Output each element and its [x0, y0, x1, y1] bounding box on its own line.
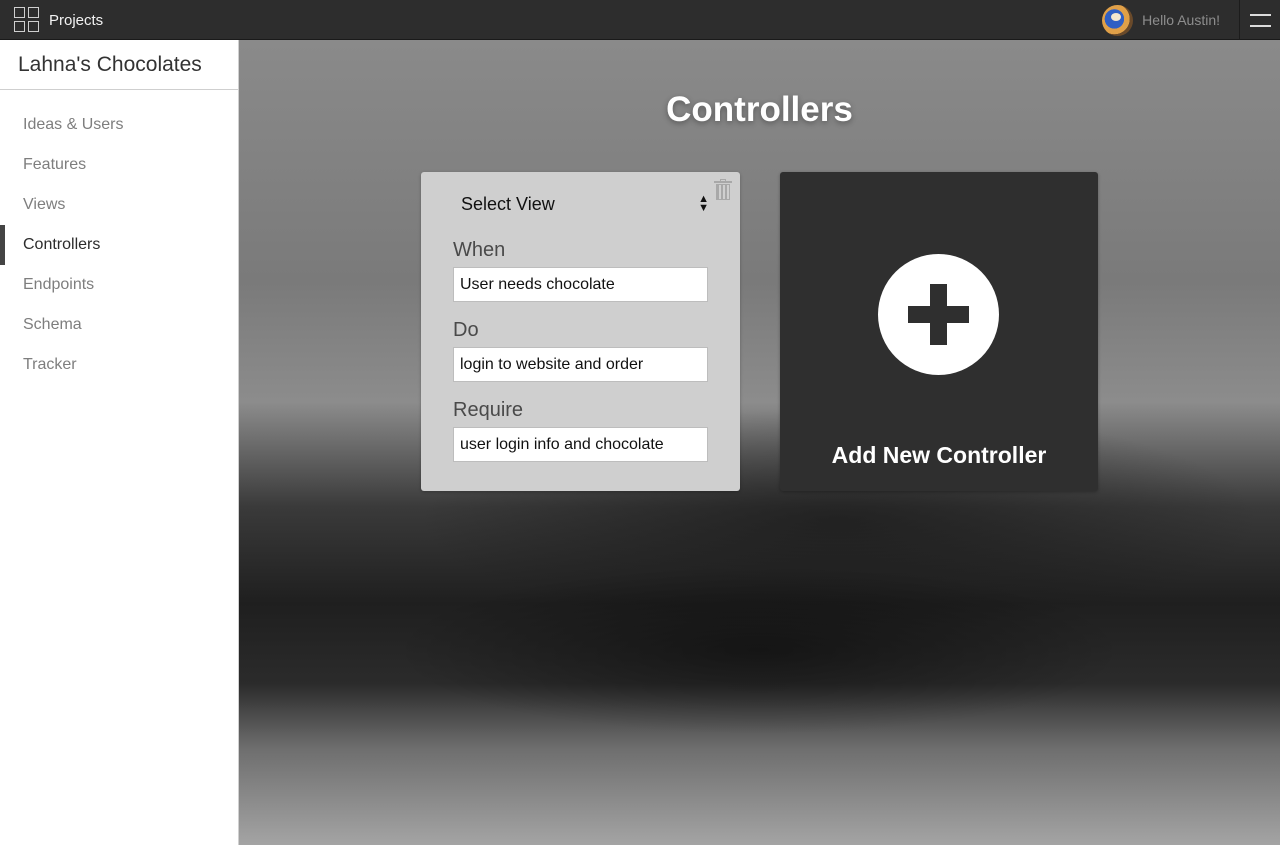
user-area[interactable]: Hello Austin! — [1102, 4, 1220, 36]
do-label: Do — [453, 319, 479, 341]
trash-icon[interactable] — [714, 179, 732, 201]
hamburger-icon[interactable] — [1239, 0, 1280, 40]
when-input[interactable] — [453, 267, 708, 302]
projects-label: Projects — [49, 11, 104, 29]
plus-circle-icon — [878, 254, 999, 375]
do-input[interactable] — [453, 347, 708, 382]
sidebar-item-endpoints[interactable]: Endpoints — [0, 265, 238, 305]
projects-button[interactable]: Projects — [14, 6, 103, 34]
sidebar-item-tracker[interactable]: Tracker — [0, 345, 238, 385]
sidebar-item-features[interactable]: Features — [0, 145, 238, 185]
add-controller-button[interactable]: Add New Controller — [780, 172, 1098, 491]
view-select-label: Select View — [461, 193, 555, 214]
main-content: Controllers Select View ▲▼ When Do Requi… — [239, 40, 1280, 845]
sort-arrows-icon: ▲ ▼ — [698, 193, 709, 214]
project-title: Lahna's Chocolates — [0, 40, 238, 90]
when-label: When — [453, 239, 506, 261]
controller-card: Select View ▲▼ When Do Require — [421, 172, 740, 491]
require-label: Require — [453, 399, 524, 421]
sidebar: Lahna's Chocolates Ideas & Users Feature… — [0, 40, 239, 845]
sidebar-item-schema[interactable]: Schema — [0, 305, 238, 345]
top-bar: Projects Hello Austin! — [0, 0, 1280, 40]
grid-icon — [14, 7, 40, 33]
sidebar-item-views[interactable]: Views — [0, 185, 238, 225]
avatar[interactable] — [1102, 4, 1134, 36]
view-select[interactable]: Select View ▲ ▼ — [451, 186, 711, 222]
require-input[interactable] — [453, 427, 708, 462]
sidebar-item-ideas-users[interactable]: Ideas & Users — [0, 105, 238, 145]
page-title: Controllers — [666, 90, 853, 129]
sidebar-nav: Ideas & Users Features Views Controllers… — [0, 105, 238, 385]
greeting-text: Hello Austin! — [1142, 12, 1220, 28]
add-controller-label: Add New Controller — [831, 442, 1047, 468]
sidebar-item-controllers[interactable]: Controllers — [0, 225, 238, 265]
